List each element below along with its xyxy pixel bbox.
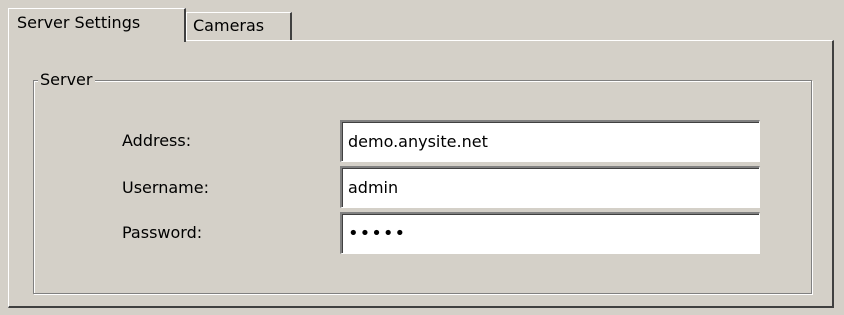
username-field[interactable] — [340, 166, 760, 208]
settings-window: Server Settings Cameras Server Address: … — [0, 0, 844, 315]
tab-server-settings[interactable]: Server Settings — [8, 8, 186, 42]
address-label: Address: — [122, 131, 192, 150]
password-label: Password: — [122, 223, 203, 242]
tab-cameras[interactable]: Cameras — [186, 12, 292, 40]
server-groupbox-title: Server — [38, 70, 96, 90]
username-label: Username: — [122, 178, 209, 197]
server-groupbox: Server Address: Username: Password: — [33, 70, 812, 294]
tab-strip: Server Settings Cameras — [0, 0, 844, 42]
server-settings-tab-page: Server Address: Username: Password: — [8, 40, 834, 308]
address-field[interactable] — [340, 120, 760, 162]
password-field[interactable] — [340, 212, 760, 254]
